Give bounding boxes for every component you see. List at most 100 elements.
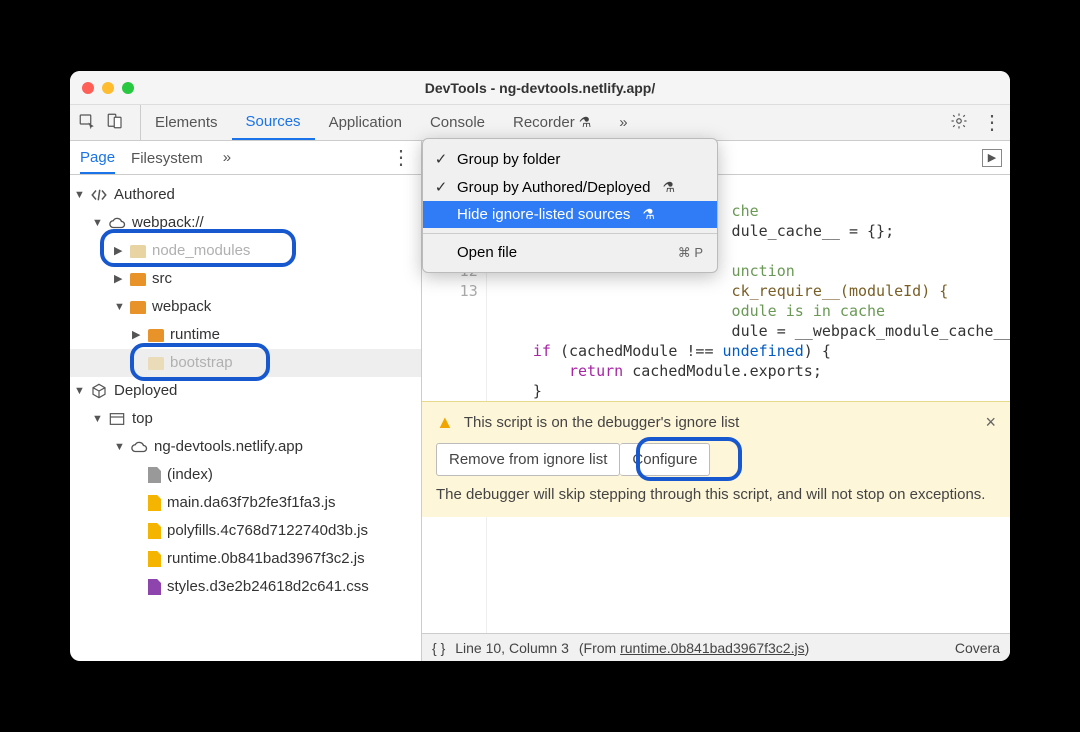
check-icon: ✓ [433,178,449,196]
menu-group-by-authored[interactable]: ✓ Group by Authored/Deployed ⚗ [423,173,717,201]
folder-icon [130,245,146,258]
navigator-context-menu: ✓ Group by folder ✓ Group by Authored/De… [422,138,718,273]
flask-icon: ⚗ [579,114,592,131]
cloud-icon [108,216,126,230]
devtools-window: DevTools - ng-devtools.netlify.app/ Elem… [70,71,1010,661]
menu-label: Group by Authored/Deployed [457,179,650,196]
configure-button[interactable]: Configure [620,443,710,476]
warning-description: The debugger will skip stepping through … [436,484,996,505]
tab-recorder-label: Recorder [513,114,575,131]
tree-file-styles-css[interactable]: styles.d3e2b24618d2c641.css [70,573,421,601]
tree-file-main-js[interactable]: main.da63f7b2fe3f1fa3.js [70,489,421,517]
navigator-tab-page[interactable]: Page [80,141,115,174]
coverage-label[interactable]: Covera [955,640,1000,656]
menu-label: Group by folder [457,151,560,168]
window-title: DevTools - ng-devtools.netlify.app/ [70,80,1010,96]
tree-file-runtime-js[interactable]: runtime.0b841bad3967f3c2.js [70,545,421,573]
tree-label: runtime [170,321,220,349]
disclosure-icon: ▶ [114,265,124,293]
nav-forward-button[interactable]: ▶ [982,149,1002,167]
tree-domain-netlify[interactable]: ▼ ng-devtools.netlify.app [70,433,421,461]
device-toggle-icon[interactable] [106,112,124,134]
inspect-icon[interactable] [78,112,96,134]
tree-label: Authored [114,181,175,209]
tree-label: polyfills.4c768d7122740d3b.js [167,517,368,545]
disclosure-icon: ▼ [114,433,124,461]
tab-sources[interactable]: Sources [232,105,315,140]
file-icon [148,523,161,539]
tree-folder-src[interactable]: ▶ src [70,265,421,293]
window-icon [108,412,126,426]
menu-separator [423,233,717,234]
navigator-tabs-overflow[interactable]: » [223,149,231,166]
file-icon [148,579,161,595]
disclosure-icon: ▼ [114,293,124,321]
tree-label: bootstrap [170,349,233,377]
disclosure-icon: ▼ [74,377,84,405]
check-icon: ✓ [433,150,449,168]
tree-folder-runtime[interactable]: ▶ runtime [70,321,421,349]
toolbar-right-icons: ⋮ [950,110,1002,135]
tree-folder-node-modules[interactable]: ▶ node_modules [70,237,421,265]
menu-hide-ignore-listed[interactable]: Hide ignore-listed sources ⚗ [423,201,717,228]
devtools-tabs: Elements Sources Application Console Rec… [141,105,642,140]
file-icon [148,551,161,567]
menu-label: Hide ignore-listed sources [457,206,630,223]
navigator-more-menu[interactable]: ⋮ [391,145,411,170]
warning-title: This script is on the debugger's ignore … [464,414,740,431]
warning-header: ▲ This script is on the debugger's ignor… [436,412,996,433]
remove-ignore-button[interactable]: Remove from ignore list [436,443,620,476]
file-icon [148,467,161,483]
menu-label: Open file [457,244,517,261]
tree-frame-top[interactable]: ▼ top [70,405,421,433]
tree-section-authored[interactable]: ▼ Authored [70,181,421,209]
ignore-list-warning: ▲ This script is on the debugger's ignor… [422,401,1010,517]
warning-icon: ▲ [436,412,454,433]
tab-recorder[interactable]: Recorder ⚗ [499,105,605,140]
settings-icon[interactable] [950,112,968,134]
pretty-print-icon[interactable]: { } [432,640,445,656]
tree-label: src [152,265,172,293]
cursor-position: Line 10, Column 3 [455,640,569,656]
navigator-tab-filesystem[interactable]: Filesystem [131,142,203,173]
folder-icon [130,273,146,286]
menu-open-file[interactable]: Open file ⌘ P [423,239,717,266]
panel-tabs-toolbar: Elements Sources Application Console Rec… [70,105,1010,141]
menu-group-by-folder[interactable]: ✓ Group by folder [423,145,717,173]
cloud-icon [130,440,148,454]
disclosure-icon: ▼ [74,181,84,209]
tree-file-polyfills-js[interactable]: polyfills.4c768d7122740d3b.js [70,517,421,545]
close-warning-button[interactable]: × [985,412,996,433]
tree-label: top [132,405,153,433]
tabs-overflow[interactable]: » [605,105,641,140]
tree-label: Deployed [114,377,177,405]
tab-application[interactable]: Application [315,105,416,140]
disclosure-icon: ▼ [92,209,102,237]
source-link[interactable]: runtime.0b841bad3967f3c2.js [620,640,804,656]
tree-label: main.da63f7b2fe3f1fa3.js [167,489,335,517]
file-icon [148,495,161,511]
tree-section-deployed[interactable]: ▼ Deployed [70,377,421,405]
tree-label: webpack [152,293,211,321]
from-suffix: ) [805,640,810,656]
navigator-tabs: Page Filesystem » ⋮ [70,141,421,175]
file-tree: ▼ Authored ▼ webpack:// ▶ node_mo [70,175,421,661]
code-icon [90,188,108,202]
folder-icon [130,301,146,314]
tab-elements[interactable]: Elements [141,105,232,140]
tab-console[interactable]: Console [416,105,499,140]
tree-file-bootstrap[interactable]: bootstrap [70,349,421,377]
tree-label: (index) [167,461,213,489]
tree-file-index[interactable]: (index) [70,461,421,489]
disclosure-icon: ▼ [92,405,102,433]
disclosure-icon: ▶ [114,237,124,265]
tree-label: styles.d3e2b24618d2c641.css [167,573,369,601]
tree-label: ng-devtools.netlify.app [154,433,303,461]
tree-folder-webpack[interactable]: ▼ webpack [70,293,421,321]
tree-domain-webpack[interactable]: ▼ webpack:// [70,209,421,237]
more-menu-icon[interactable]: ⋮ [982,110,1002,135]
source-origin: (From runtime.0b841bad3967f3c2.js) [579,640,809,656]
from-prefix: (From [579,640,620,656]
file-icon [148,357,164,370]
warning-buttons: Remove from ignore list Configure [436,443,996,476]
